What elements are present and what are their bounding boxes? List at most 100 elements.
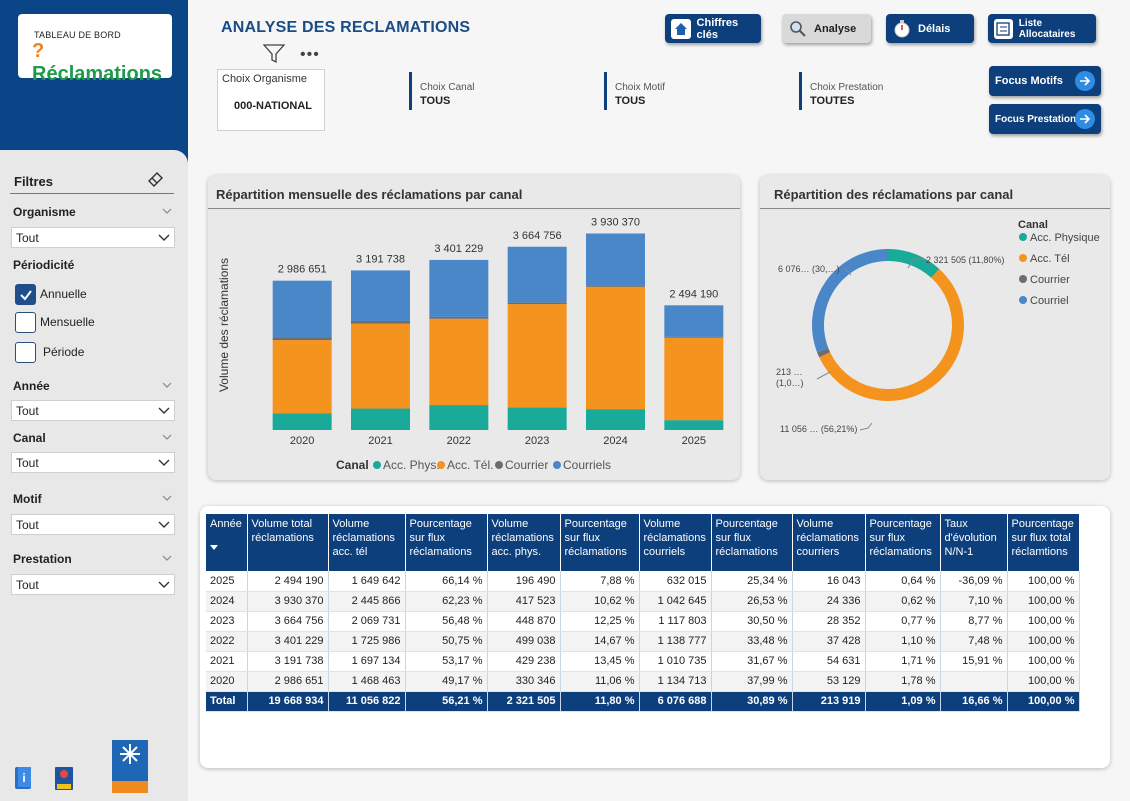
column-header[interactable]: Volume total réclamations [247,514,329,571]
legend-marker [1019,275,1027,283]
bar-segment-acc-phys--2021[interactable] [351,408,410,430]
table-cell: 3 930 370 [247,591,329,612]
nav-delais-button[interactable]: Délais [886,14,974,43]
periodicite-option-periode[interactable]: Période [15,341,84,363]
bar-segment-acc-t-l--2024[interactable] [586,286,645,410]
bar-segment-courriels-2020[interactable] [272,280,332,338]
chevron-down-icon [158,581,170,588]
bar-segment-acc-phys--2025[interactable] [664,420,724,430]
bar-segment-acc-phys--2024[interactable] [586,409,645,430]
bar-segment-acc-t-l--2023[interactable] [507,304,567,408]
organisme-choice-card[interactable]: Choix Organisme 000-NATIONAL [217,69,325,131]
more-options-icon[interactable]: ••• [300,46,320,64]
bar-segment-acc-t-l--2022[interactable] [429,318,489,406]
sort-desc-icon[interactable] [210,545,218,550]
bar-segment-acc-t-l--2020[interactable] [272,340,332,414]
legend-marker [553,461,561,469]
bar-segment-acc-phys--2023[interactable] [507,407,567,430]
info-book-icon[interactable]: i [13,765,35,791]
bar-segment-courriels-2025[interactable] [664,305,724,337]
filter-funnel-icon[interactable] [263,44,285,64]
bar-segment-acc-phys--2022[interactable] [429,405,489,430]
column-header[interactable]: Pourcentage sur flux réclamations [711,514,793,571]
nav-chiffres-cles-button[interactable]: Chiffres clés [665,14,761,43]
table-cell: 632 015 [639,571,712,592]
nav-analyse-button[interactable]: Analyse [782,14,871,43]
legend-item[interactable]: Courrier [505,458,548,472]
column-header[interactable]: Volume réclamations acc. tél [328,514,406,571]
table-cell: 24 336 [792,591,866,612]
motif-select[interactable]: Tout [11,514,175,535]
bar-segment-courrier-2025[interactable] [664,336,724,338]
column-header[interactable]: Pourcentage sur flux total réclamtions [1007,514,1080,571]
legend-item[interactable]: Courrier [1030,274,1070,286]
checkbox[interactable] [15,311,36,333]
focus-motifs-button[interactable]: Focus Motifs [989,66,1101,96]
bar-segment-courriels-2022[interactable] [429,259,489,317]
logo-subtitle: TABLEAU DE BORD [34,30,121,40]
eraser-icon[interactable] [146,168,166,188]
column-header[interactable]: Taux d'évolution N/N-1 [940,514,1008,571]
legend-item[interactable]: Acc. Phys. [383,458,440,472]
table-cell: 100,00 % [1007,671,1080,692]
organisme-select[interactable]: Tout [11,227,175,248]
column-header[interactable]: Pourcentage sur flux réclamations [560,514,640,571]
table-cell: 56,48 % [405,611,488,632]
periodicite-option-annuelle[interactable]: Annuelle [15,283,87,305]
legend-item[interactable]: Courriel [1030,295,1069,307]
bar-segment-courrier-2024[interactable] [586,285,645,287]
bar-segment-courriels-2023[interactable] [507,246,567,303]
bar-total-label: 3 664 756 [513,230,562,242]
column-header[interactable]: Volume réclamations acc. phys. [487,514,561,571]
column-header[interactable]: Année [206,514,248,571]
column-header[interactable]: Pourcentage sur flux réclamations [405,514,488,571]
periodicite-option-mensuelle[interactable]: Mensuelle [15,311,95,333]
donut-chart-card: Répartition des réclamations par canal 2… [760,175,1110,480]
canal-select[interactable]: Tout [11,452,175,473]
table-cell: 50,75 % [405,631,488,652]
donut-slice-acc-t-l[interactable] [819,268,964,402]
focus-prestations-button[interactable]: Focus Prestations [989,104,1101,134]
bar-segment-acc-t-l--2025[interactable] [664,337,724,421]
legend-item[interactable]: Acc. Tél [1030,253,1070,265]
checkbox[interactable] [15,283,36,305]
chevron-down-icon[interactable] [161,379,173,391]
prestation-select-value: Tout [16,578,39,592]
legend-marker [495,461,503,469]
table-cell: 1 042 645 [639,591,712,612]
chevron-down-icon[interactable] [161,492,173,504]
table-row[interactable]: 2025 2 494 190 1 649 642 66,14 % 196 490 7,88… [206,571,1080,592]
table-row[interactable]: 2024 3 930 370 2 445 866 62,23 % 417 523 10,6… [206,591,1080,612]
chevron-down-icon[interactable] [161,205,173,217]
table-row[interactable]: 2023 3 664 756 2 069 731 56,48 % 448 870 12,2… [206,611,1080,632]
column-header[interactable]: Volume réclamations courriers [792,514,866,571]
option-label: Annuelle [40,287,87,301]
bar-segment-acc-phys--2020[interactable] [272,413,332,430]
bar-segment-courriels-2021[interactable] [351,270,410,321]
prestation-select[interactable]: Tout [11,574,175,595]
chevron-down-icon[interactable] [161,552,173,564]
bar-segment-courrier-2020[interactable] [272,337,332,341]
nav-liste-allocataires-button[interactable]: Liste Allocataires [988,14,1096,43]
table-row[interactable]: 2022 3 401 229 1 725 986 50,75 % 499 038 14,6… [206,631,1080,652]
bar-segment-courrier-2022[interactable] [429,316,489,319]
column-header[interactable]: Pourcentage sur flux réclamations [865,514,941,571]
bar-segment-courrier-2023[interactable] [507,302,567,305]
guide-book-icon[interactable] [53,765,75,792]
table-row[interactable]: 2021 3 191 738 1 697 134 53,17 % 429 238 13,4… [206,651,1080,672]
legend-item[interactable]: Courriels [563,458,611,472]
bar-segment-acc-t-l--2021[interactable] [351,323,410,409]
bar-segment-courriels-2024[interactable] [586,233,645,286]
bar-segment-courrier-2021[interactable] [351,320,410,324]
legend-item[interactable]: Acc. Physique [1030,232,1100,244]
column-header[interactable]: Volume réclamations courriels [639,514,712,571]
table-cell: 49,17 % [405,671,488,692]
legend-item[interactable]: Acc. Tél. [447,458,493,472]
table-cell: 2024 [206,591,248,612]
organisme-choice-value: 000-NATIONAL [234,100,313,112]
checkbox[interactable] [15,341,36,363]
arrow-right-icon [1075,109,1095,129]
annee-select[interactable]: Tout [11,400,175,421]
chevron-down-icon[interactable] [161,431,173,443]
table-row[interactable]: 2020 2 986 651 1 468 463 49,17 % 330 346 11,0… [206,671,1080,692]
